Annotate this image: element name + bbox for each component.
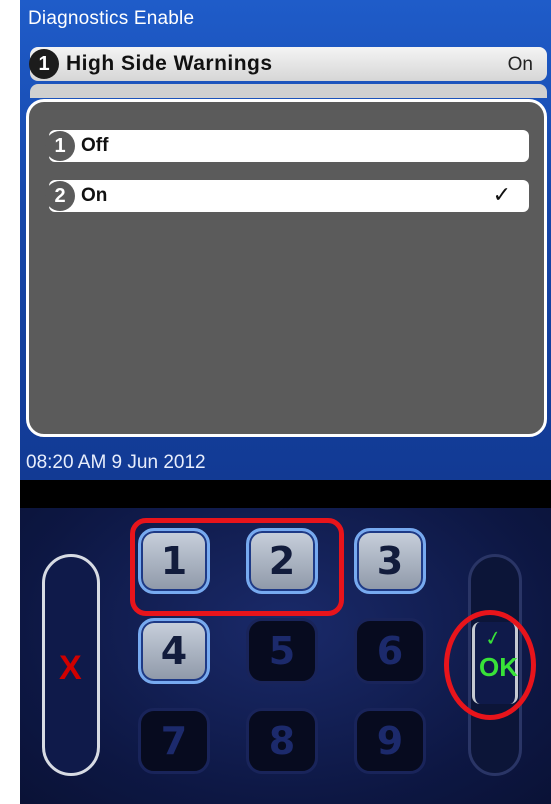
option-label: Off [81, 135, 109, 156]
key-4[interactable]: 4 [138, 618, 210, 684]
screen-title: Diagnostics Enable [28, 8, 195, 29]
menu-item-high-side-warnings[interactable]: 1 High Side Warnings On [29, 47, 547, 81]
key-5: 5 [246, 618, 318, 684]
option-label: On [81, 185, 108, 206]
menu-item-value: On [507, 54, 533, 75]
key-9: 9 [354, 708, 426, 774]
status-timestamp: 08:20 AM 9 Jun 2012 [26, 452, 206, 473]
menu-item-label: High Side Warnings [66, 52, 273, 75]
option-off[interactable]: 1 Off [45, 130, 529, 162]
menu-item-number: 1 [29, 49, 59, 79]
menu-item-partial [30, 84, 547, 98]
display-screen: Diagnostics Enable 1 High Side Warnings … [20, 0, 551, 480]
cancel-button[interactable]: X [42, 554, 100, 776]
key-7: 7 [138, 708, 210, 774]
key-6: 6 [354, 618, 426, 684]
option-number: 1 [45, 131, 75, 161]
cancel-x-icon: X [59, 649, 82, 687]
key-3[interactable]: 3 [354, 528, 426, 594]
option-number: 2 [45, 181, 75, 211]
option-on[interactable]: 2 On ✓ [45, 180, 529, 212]
options-popup: 1 Off 2 On ✓ [26, 99, 547, 437]
key-8: 8 [246, 708, 318, 774]
divider-bar [20, 480, 551, 508]
highlight-keys-1-2 [130, 518, 344, 616]
highlight-ok-button [444, 610, 536, 720]
checkmark-icon: ✓ [492, 182, 511, 207]
